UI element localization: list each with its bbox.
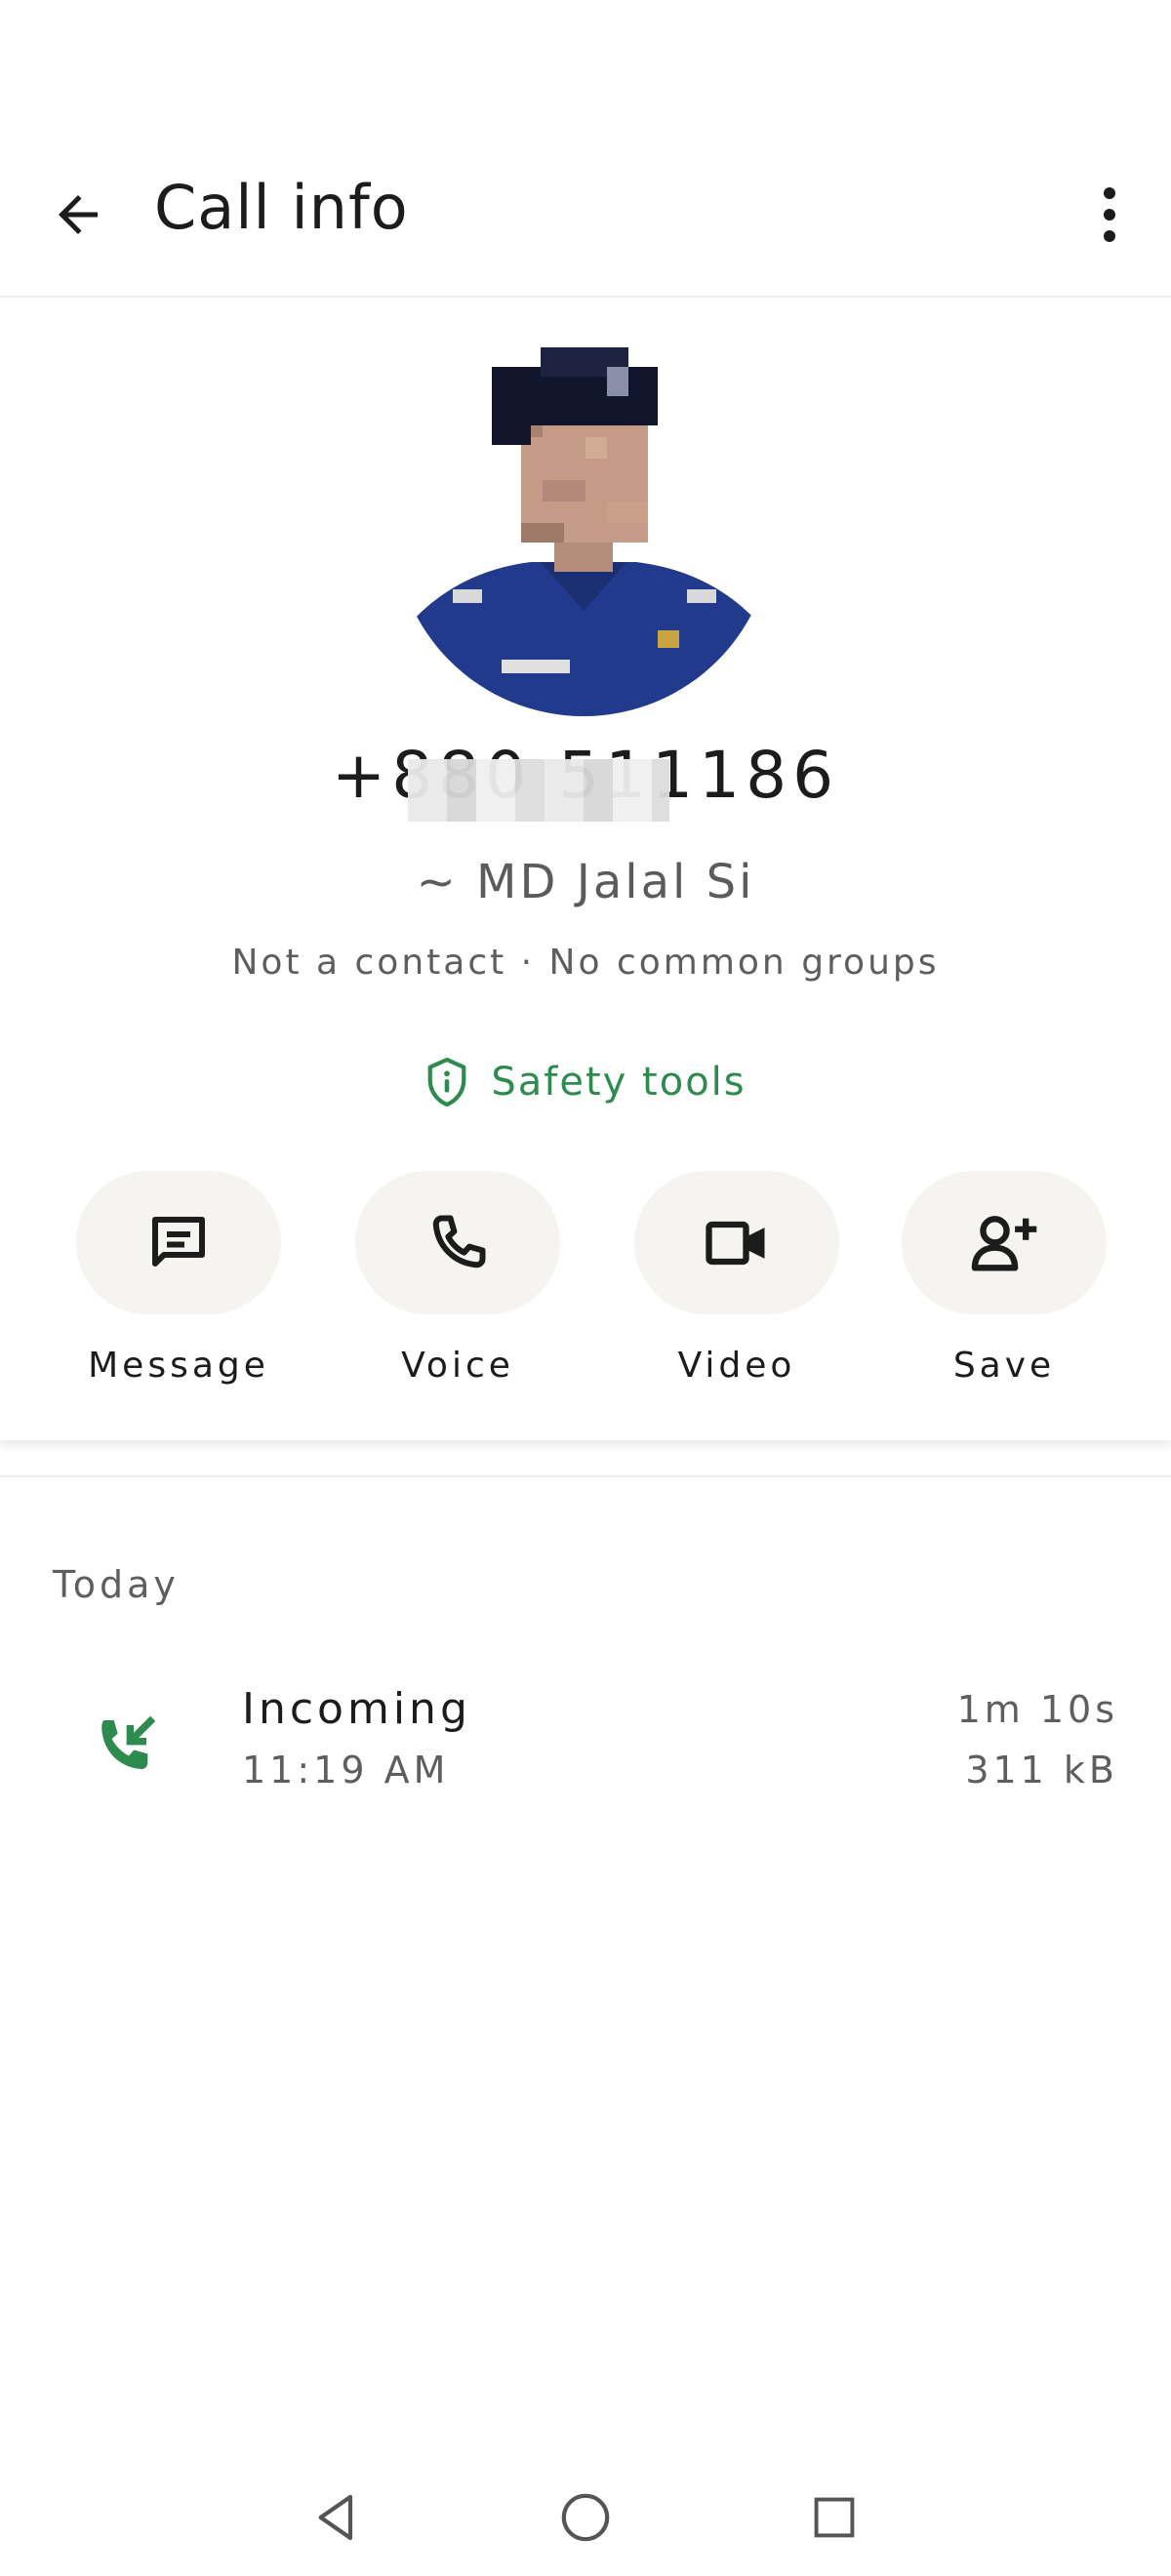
profile-photo (394, 338, 773, 716)
voice-label: Voice (401, 1346, 514, 1386)
nav-home-button[interactable] (546, 2478, 625, 2556)
nav-recents-icon (814, 2497, 855, 2538)
back-button[interactable] (39, 176, 117, 254)
message-icon (152, 1216, 205, 1267)
arrow-back-icon (59, 195, 98, 234)
redaction-blur (408, 759, 669, 822)
phone-icon (432, 1215, 486, 1268)
add-person-icon (971, 1215, 1037, 1270)
divider (0, 1475, 1171, 1477)
message-label: Message (88, 1346, 269, 1386)
nav-back-button[interactable] (298, 2478, 376, 2556)
save-contact-button[interactable] (902, 1171, 1107, 1314)
nav-recents-button[interactable] (795, 2478, 873, 2556)
safety-tools-label: Safety tools (491, 1060, 747, 1105)
profile-card: +880 511186 ~ MD Jalal Si Not a contact … (0, 299, 1171, 1440)
more-vert-icon (1104, 187, 1115, 242)
nav-back-icon (318, 2494, 353, 2541)
message-button[interactable] (76, 1171, 281, 1314)
app-bar: Call info (0, 137, 1171, 298)
voice-call-button[interactable] (355, 1171, 560, 1314)
video-label: Video (677, 1346, 796, 1386)
shield-icon (428, 1057, 466, 1107)
safety-tools-link[interactable]: Safety tools (0, 1056, 1171, 1108)
contact-status: Not a contact · No common groups (231, 943, 940, 983)
voice-action[interactable]: Voice (355, 1171, 560, 1386)
video-call-button[interactable] (634, 1171, 839, 1314)
message-action[interactable]: Message (76, 1171, 281, 1386)
call-log-row[interactable]: Incoming 11:19 AM 1m 10s 311 kB (0, 1678, 1171, 1805)
page-title: Call info (154, 172, 409, 243)
avatar[interactable] (394, 338, 773, 716)
call-type: Incoming (242, 1684, 471, 1734)
system-navbar (0, 2459, 1171, 2566)
save-label: Save (952, 1346, 1056, 1386)
video-icon (706, 1221, 765, 1265)
save-action[interactable]: Save (902, 1171, 1107, 1386)
call-duration: 1m 10s (956, 1688, 1118, 1731)
section-header-today: Today (53, 1563, 180, 1606)
call-time: 11:19 AM (242, 1749, 450, 1791)
contact-name: ~ MD Jalal Si (416, 855, 755, 909)
incoming-call-icon (101, 1715, 156, 1770)
call-data-size: 311 kB (965, 1749, 1118, 1791)
video-action[interactable]: Video (634, 1171, 839, 1386)
nav-home-icon (561, 2493, 610, 2542)
more-options-button[interactable] (1075, 176, 1144, 254)
